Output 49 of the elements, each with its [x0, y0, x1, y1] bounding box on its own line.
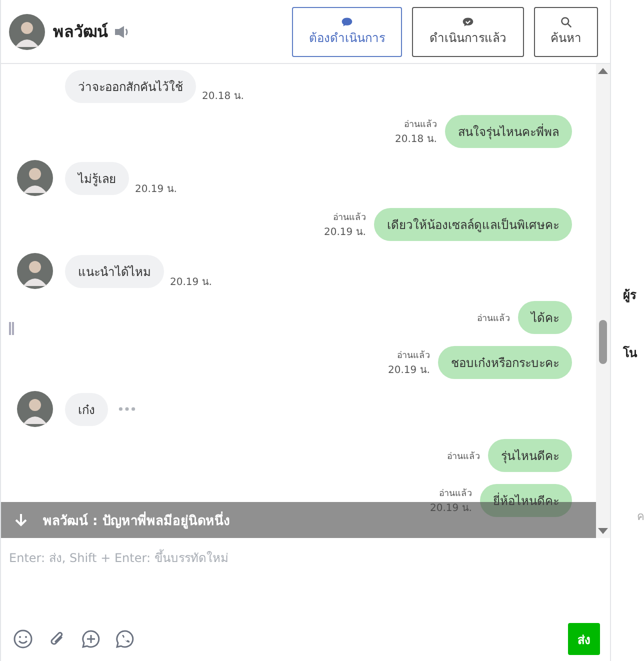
message-time: 20.19 น.: [388, 364, 430, 377]
message-bubble: ยี่ห้อไหนดีคะ: [480, 484, 572, 517]
avatar: [9, 14, 45, 50]
message-time: 20.19 น.: [135, 183, 177, 196]
scroll-up-icon[interactable]: [598, 68, 608, 74]
read-receipt: อ่านแล้ว: [404, 118, 437, 131]
more-icon[interactable]: [118, 407, 136, 411]
message-time: 20.19 น.: [430, 502, 472, 515]
speaker-icon[interactable]: [114, 24, 130, 38]
add-bubble-icon[interactable]: [81, 629, 101, 649]
message-time: 20.18 น.: [395, 133, 437, 146]
message-bubble: ชอบเก๋งหรือกระบะคะ: [438, 346, 572, 379]
filter-button[interactable]: ดำเนินการแล้ว: [412, 6, 524, 56]
read-receipt: อ่านแล้ว: [397, 350, 430, 362]
read-receipt: อ่านแล้ว: [447, 450, 480, 462]
phone-bubble-icon[interactable]: [115, 629, 135, 649]
avatar: [17, 391, 53, 427]
message-bubble: เก๋ง: [65, 392, 108, 426]
message-bubble: รุ่นไหนดีคะ: [488, 439, 572, 472]
read-receipt: อ่านแล้ว: [477, 312, 510, 324]
read-receipt: อ่านแล้ว: [333, 212, 366, 224]
message-bubble: เดียวให้น้องเซลล์ดูแลเป็นพิเศษคะ: [374, 208, 572, 241]
emoji-icon[interactable]: [13, 629, 33, 649]
avatar: [17, 253, 53, 289]
message-bubble: สนใจรุ่นไหนคะพี่พล: [445, 115, 572, 148]
message-bubble: แนะนำได้ไหม: [65, 254, 164, 288]
send-button[interactable]: ส่ง: [568, 623, 600, 655]
banner-text: พลวัฒน์ : ปัญหาพี่พลมีอยู่นิดหนึ่ง: [43, 510, 230, 530]
side-text: โน: [623, 344, 637, 362]
message-bubble: ได้คะ: [518, 301, 572, 334]
search-icon: [560, 16, 572, 28]
message-bubble: ว่าจะออกสักคันไว้ใช้: [65, 70, 196, 103]
message-bubble: ไม่รู้เลย: [65, 162, 129, 194]
message-time: 20.19 น.: [324, 226, 366, 239]
filter-button[interactable]: ค้นหา: [534, 6, 598, 56]
side-text: ผู้ร: [623, 287, 636, 304]
resize-handle[interactable]: [9, 322, 14, 335]
side-text: ค: [637, 509, 644, 525]
contact-name: พลวัฒน์: [53, 21, 108, 43]
avatar: [17, 160, 53, 196]
check-bubble-icon: [462, 16, 474, 28]
message-time: 20.19 น.: [170, 276, 212, 289]
message-time: 20.18 น.: [202, 90, 244, 103]
read-receipt: อ่านแล้ว: [439, 488, 472, 500]
scrollbar-thumb[interactable]: [599, 320, 607, 364]
filter-button[interactable]: ต้องดำเนินการ: [292, 6, 402, 56]
scroll-down-icon[interactable]: [598, 528, 608, 534]
chat-bubble-icon: [341, 16, 353, 28]
arrow-down-icon: [15, 513, 27, 527]
